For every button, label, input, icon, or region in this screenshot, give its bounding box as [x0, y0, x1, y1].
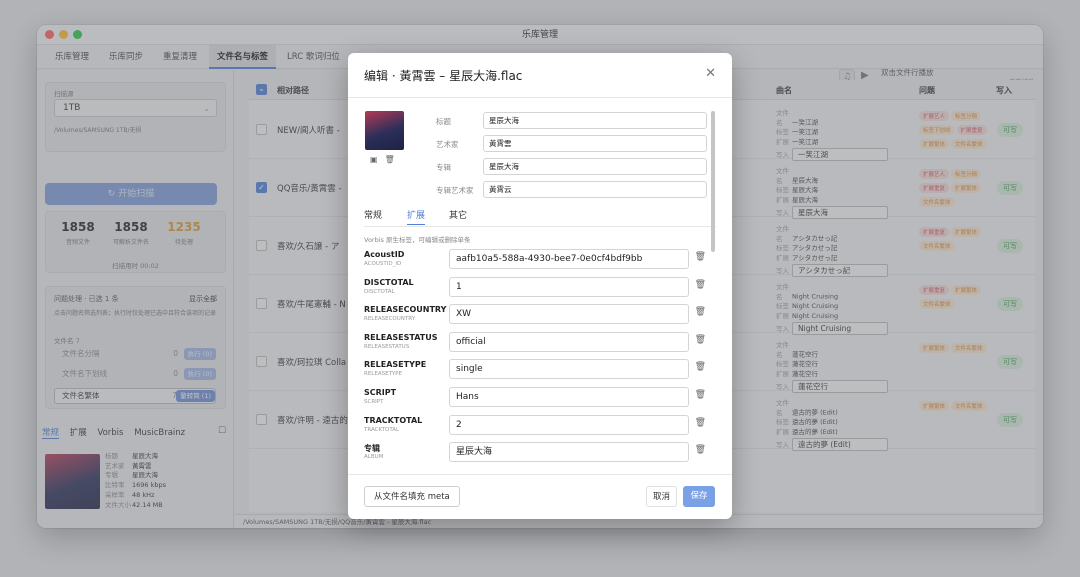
save-button[interactable]: 保存 — [683, 486, 715, 507]
tag-field-name: DISCTOTAL — [364, 289, 395, 295]
album-artist-input[interactable]: 黃霄云 — [483, 181, 707, 198]
close-icon[interactable]: ✕ — [705, 66, 716, 81]
cover-actions: ▣🗑 — [370, 155, 402, 164]
tag-key: DISCTOTAL — [364, 278, 414, 287]
edit-dialog: 编辑 · 黃霄雲 – 星辰大海.flac ✕ ▣🗑 标题 星辰大海 艺术家 黃霄… — [348, 53, 732, 519]
tag-field-name: RELEASESTATUS — [364, 344, 410, 350]
tag-value-input[interactable]: official — [449, 332, 689, 352]
trash-icon[interactable]: 🗑 — [385, 155, 402, 164]
scrollbar[interactable] — [711, 111, 715, 252]
trash-icon[interactable]: 🗑 — [695, 252, 706, 262]
cancel-button[interactable]: 取消 — [646, 486, 678, 507]
trash-icon[interactable]: 🗑 — [695, 362, 706, 372]
fill-from-filename-button[interactable]: 从文件名填充 meta — [364, 486, 460, 507]
tag-value-input[interactable]: XW — [449, 304, 689, 324]
tag-value-input[interactable]: 星辰大海 — [449, 442, 689, 462]
tag-key: RELEASETYPE — [364, 360, 427, 369]
vorbis-hint: Vorbis 原生标签，可编辑或删除单条 — [364, 236, 471, 244]
tag-field-name: RELEASETYPE — [364, 371, 403, 377]
tag-row: AcoustID ACOUSTID_ID aafb10a5-588a-4930-be… — [364, 249, 706, 273]
field-label: 标题 — [436, 117, 451, 126]
tag-row: RELEASETYPE RELEASETYPE single 🗑 — [364, 359, 706, 383]
title-input[interactable]: 星辰大海 — [483, 112, 707, 129]
tag-key: TRACKTOTAL — [364, 416, 423, 425]
album-input[interactable]: 星辰大海 — [483, 158, 707, 175]
divider — [348, 474, 732, 475]
tag-field-name: RELEASECOUNTRY — [364, 316, 416, 322]
artist-input[interactable]: 黃霄雲 — [483, 135, 707, 152]
tag-value-input[interactable]: 1 — [449, 277, 689, 297]
tag-field-name: ACOUSTID_ID — [364, 261, 402, 267]
field-label: 艺术家 — [436, 140, 459, 149]
tag-row: 专辑 ALBUM 星辰大海 🗑 — [364, 442, 706, 466]
tag-row: DISCTOTAL DISCTOTAL 1 🗑 — [364, 277, 706, 301]
trash-icon[interactable]: 🗑 — [695, 307, 706, 317]
tag-row: RELEASESTATUS RELEASESTATUS official 🗑 — [364, 332, 706, 356]
tag-value-input[interactable]: aafb10a5-588a-4930-bee7-0e0cf4bdf9bb — [449, 249, 689, 269]
tab-other[interactable]: 其它 — [449, 208, 467, 221]
image-icon[interactable]: ▣ — [370, 155, 385, 164]
tag-field-name: ALBUM — [364, 454, 384, 460]
dialog-title: 编辑 · 黃霄雲 – 星辰大海.flac — [364, 69, 523, 83]
tag-field-name: TRACKTOTAL — [364, 427, 400, 433]
tag-row: RELEASECOUNTRY RELEASECOUNTRY XW 🗑 — [364, 304, 706, 328]
tag-row: TRACKTOTAL TRACKTOTAL 2 🗑 — [364, 415, 706, 439]
divider — [348, 97, 732, 98]
trash-icon[interactable]: 🗑 — [695, 418, 706, 428]
trash-icon[interactable]: 🗑 — [695, 280, 706, 290]
tag-value-input[interactable]: single — [449, 359, 689, 379]
field-label: 专辑艺术家 — [436, 186, 474, 195]
tab-general[interactable]: 常规 — [364, 208, 382, 221]
tag-field-name: SCRIPT — [364, 399, 384, 405]
tag-key: SCRIPT — [364, 388, 397, 397]
album-cover[interactable] — [365, 111, 404, 150]
tag-row: SCRIPT SCRIPT Hans 🗑 — [364, 387, 706, 411]
tab-extended[interactable]: 扩展 — [407, 208, 426, 225]
tag-key: 专辑 — [364, 444, 380, 453]
field-label: 专辑 — [436, 163, 451, 172]
trash-icon[interactable]: 🗑 — [695, 335, 706, 345]
tag-key: RELEASECOUNTRY — [364, 305, 447, 314]
tag-key: AcoustID — [364, 250, 405, 259]
tag-key: RELEASESTATUS — [364, 333, 438, 342]
divider — [364, 226, 716, 227]
trash-icon[interactable]: 🗑 — [695, 390, 706, 400]
tag-value-input[interactable]: Hans — [449, 387, 689, 407]
tag-value-input[interactable]: 2 — [449, 415, 689, 435]
trash-icon[interactable]: 🗑 — [695, 445, 706, 455]
